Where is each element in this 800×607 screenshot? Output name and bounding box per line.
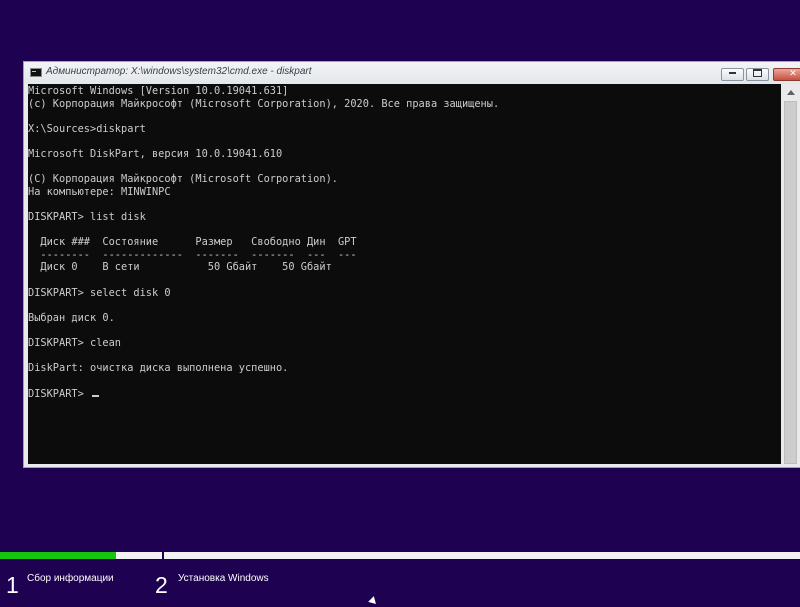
console-line: Диск ### Состояние Размер Свободно Дин G…	[28, 236, 357, 249]
vertical-scrollbar[interactable]	[783, 84, 799, 464]
text-cursor	[92, 395, 99, 398]
minimize-icon	[729, 71, 736, 74]
window-title: Администратор: X:\windows\system32\cmd.e…	[46, 66, 312, 77]
step-1-label: Сбор информации	[27, 573, 114, 584]
cmd-icon	[30, 68, 42, 77]
console-line: X:\Sources>diskpart	[28, 122, 146, 135]
console-line: Microsoft DiskPart, версия 10.0.19041.61…	[28, 147, 283, 160]
console-line: (c) Корпорация Майкрософт (Microsoft Cor…	[28, 97, 500, 110]
console-line: DISKPART> list disk	[28, 210, 146, 223]
step-2-number: 2	[155, 572, 168, 598]
console-prompt-line[interactable]: DISKPART>	[28, 387, 781, 401]
window-titlebar[interactable]: Администратор: X:\windows\system32\cmd.e…	[24, 62, 800, 84]
scroll-up-arrow-icon[interactable]	[787, 90, 795, 95]
close-button[interactable]: ✕	[773, 68, 800, 81]
console-line: Выбран диск 0.	[28, 311, 115, 324]
step-2-label: Установка Windows	[178, 573, 269, 584]
console-line: На компьютере: MINWINPC	[28, 185, 171, 198]
step-1-number: 1	[6, 572, 19, 598]
console-line: Microsoft Windows [Version 10.0.19041.63…	[28, 85, 289, 97]
cmd-window[interactable]: Администратор: X:\windows\system32\cmd.e…	[23, 61, 800, 468]
maximize-icon	[753, 68, 762, 77]
progress-step-divider	[162, 552, 164, 559]
console-line: DISKPART> clean	[28, 336, 121, 349]
console-output[interactable]: Microsoft Windows [Version 10.0.19041.63…	[28, 84, 781, 464]
scroll-thumb[interactable]	[784, 101, 797, 464]
console-line: -------- ------------- ------- ------- -…	[28, 248, 357, 261]
console-line: (C) Корпорация Майкрософт (Microsoft Cor…	[28, 173, 338, 186]
minimize-button[interactable]	[721, 68, 744, 81]
console-line: Диск 0 В сети 50 Gбайт 50 Gбайт	[28, 261, 332, 274]
console-line: DiskPart: очистка диска выполнена успешн…	[28, 362, 289, 375]
setup-progress-fill	[0, 552, 116, 559]
console-text: Microsoft Windows [Version 10.0.19041.63…	[28, 84, 781, 387]
console-prompt: DISKPART>	[28, 388, 90, 401]
console-line: DISKPART> select disk 0	[28, 286, 171, 299]
setup-progress-bar	[0, 552, 800, 559]
close-icon: ✕	[789, 69, 797, 79]
setup-status-bar: 1 Сбор информации 2 Установка Windows	[0, 548, 800, 602]
maximize-button[interactable]	[746, 68, 769, 81]
